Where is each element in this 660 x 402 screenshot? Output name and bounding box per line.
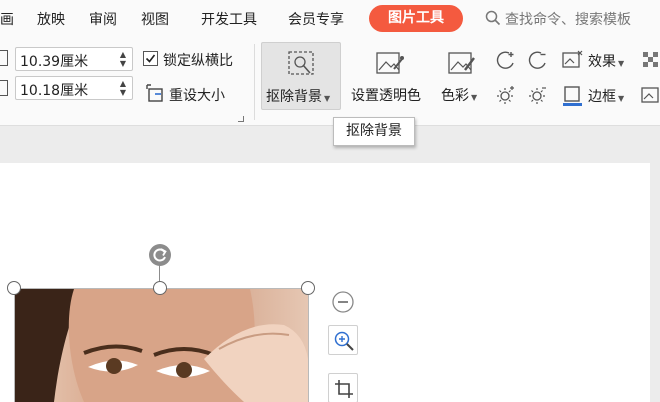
remove-background-icon: [288, 51, 314, 75]
effects-button[interactable]: 效果: [588, 54, 616, 70]
tooltip: 抠除背景: [333, 117, 415, 146]
height-icon: [0, 80, 8, 96]
chevron-down-icon: ▼: [324, 94, 331, 103]
menu-item-member[interactable]: 会员专享: [288, 9, 344, 29]
increase-brightness-icon[interactable]: [496, 85, 516, 105]
decrease-contrast-icon[interactable]: [528, 50, 548, 70]
selection-border: [308, 288, 309, 402]
dialog-launcher-icon[interactable]: [238, 116, 244, 122]
lock-ratio-label: 锁定纵横比: [163, 53, 233, 69]
ribbon-picture-tools: 10.39厘米 ▲ ▼ 10.18厘米 ▲ ▼ 锁定纵横比 重设大小 抠除背景 ▼ 设…: [0, 38, 660, 126]
width-icon: [0, 50, 8, 66]
color-button[interactable]: 色彩: [441, 88, 469, 104]
zoom-in-icon: [334, 331, 354, 351]
chevron-down-icon[interactable]: ▼: [471, 93, 477, 102]
resize-handle-top[interactable]: [153, 281, 167, 295]
spinner-arrows-icon[interactable]: ▲ ▼: [120, 50, 126, 68]
group-separator: [254, 44, 255, 120]
lock-ratio-checkbox[interactable]: [143, 51, 158, 66]
rotate-handle[interactable]: [149, 244, 171, 266]
menu-item-draw[interactable]: 画: [0, 9, 14, 29]
menu-item-view[interactable]: 视图: [141, 9, 169, 29]
menu-item-slideshow[interactable]: 放映: [37, 9, 65, 29]
height-value: 10.18厘米: [20, 83, 89, 99]
rotate-icon: [153, 248, 167, 262]
width-spinner[interactable]: 10.39厘米 ▲ ▼: [15, 47, 133, 71]
face-photo-image: [14, 289, 308, 402]
remove-background-button[interactable]: 抠除背景 ▼: [261, 42, 341, 110]
remove-background-label: 抠除背景: [266, 89, 322, 105]
chevron-down-icon[interactable]: ▼: [618, 59, 624, 68]
set-transparent-color-icon[interactable]: [375, 50, 405, 78]
height-spinner[interactable]: 10.18厘米 ▲ ▼: [15, 76, 133, 100]
transparency-icon[interactable]: [642, 51, 660, 69]
resize-handle-top-left[interactable]: [7, 281, 21, 295]
menu-item-review[interactable]: 审阅: [89, 9, 117, 29]
chevron-down-icon[interactable]: ▼: [618, 94, 624, 103]
spinner-arrows-icon[interactable]: ▲ ▼: [120, 79, 126, 97]
checkmark-icon: [145, 54, 156, 63]
reset-size-icon[interactable]: [146, 84, 166, 104]
crop-picture-button[interactable]: [328, 373, 358, 402]
picture-effects-icon[interactable]: [562, 50, 584, 70]
decrease-brightness-icon[interactable]: [528, 85, 548, 105]
picture-border-icon[interactable]: [562, 85, 584, 107]
resize-handle-top-right[interactable]: [301, 281, 315, 295]
color-icon[interactable]: [447, 50, 477, 78]
search-placeholder: 查找命令、搜索模板: [505, 12, 631, 28]
collapse-toolbar-icon[interactable]: [331, 290, 355, 314]
border-button[interactable]: 边框: [588, 89, 616, 105]
search-icon: [485, 10, 501, 26]
reset-size-button[interactable]: 重设大小: [169, 85, 225, 105]
selection-border: [14, 288, 15, 402]
menu-bar: 画 放映 审阅 视图 开发工具 会员专享 图片工具 查找命令、搜索模板: [0, 0, 660, 38]
set-transparent-color-button[interactable]: 设置透明色: [351, 85, 421, 105]
selected-picture[interactable]: [14, 289, 308, 402]
menu-item-developer[interactable]: 开发工具: [201, 9, 257, 29]
increase-contrast-icon[interactable]: [496, 50, 516, 70]
picture-layout-icon[interactable]: [640, 85, 660, 105]
zoom-picture-button[interactable]: [328, 325, 358, 355]
width-value: 10.39厘米: [20, 54, 89, 70]
tab-picture-tools[interactable]: 图片工具: [369, 5, 463, 32]
crop-icon: [335, 380, 353, 398]
